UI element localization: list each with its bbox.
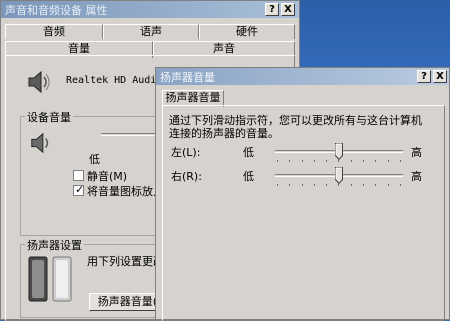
dialog-help-button[interactable]: ? [417, 70, 431, 83]
speaker-volume-panel: 通过下列滑动指示符，您可以更改所有与这台计算机 连接的扬声器的音量。 左(L):… [162, 105, 445, 321]
right-high-label: 高 [411, 170, 422, 183]
mute-checkbox[interactable] [73, 170, 84, 181]
left-channel-label: 左(L): [171, 146, 201, 159]
speaker-dialog-titlebar[interactable]: 扬声器音量 ? X [156, 68, 449, 85]
device-volume-legend: 设备音量 [25, 109, 73, 125]
main-window-title: 声音和音频设备 属性 [5, 3, 108, 17]
right-channel-label: 右(R): [171, 170, 202, 183]
mute-label: 静音(M) [87, 170, 128, 183]
taskbar-icon-checkbox[interactable] [73, 183, 84, 196]
speaker-description-line2: 连接的扬声器的音量。 [169, 127, 279, 140]
tab-voice[interactable]: 语声 [103, 24, 199, 39]
right-slider-thumb[interactable] [335, 167, 343, 184]
speaker-icon [28, 70, 50, 94]
right-slider-ticks [277, 184, 401, 187]
left-high-label: 高 [411, 146, 422, 159]
device-volume-low-label: 低 [89, 153, 100, 166]
tab-sounds[interactable]: 声音 [153, 41, 295, 56]
left-slider-thumb[interactable] [335, 143, 343, 160]
tab-audio[interactable]: 音频 [5, 24, 103, 39]
left-low-label: 低 [243, 146, 254, 159]
speakers-icon [28, 256, 72, 302]
speaker-dialog-title: 扬声器音量 [160, 70, 215, 84]
volume-speaker-icon [31, 132, 49, 154]
left-slider-ticks [277, 160, 401, 163]
help-button[interactable]: ? [265, 3, 279, 16]
dialog-close-button[interactable]: X [433, 70, 447, 83]
speaker-settings-legend: 扬声器设置 [25, 237, 84, 253]
close-button[interactable]: X [281, 3, 295, 16]
right-low-label: 低 [243, 170, 254, 183]
main-titlebar[interactable]: 声音和音频设备 属性 ? X [1, 1, 299, 18]
speaker-volume-dialog: 扬声器音量 ? X 扬声器音量 通过下列滑动指示符，您可以更改所有与这台计算机 … [155, 67, 450, 321]
tab-hardware[interactable]: 硬件 [199, 24, 295, 39]
